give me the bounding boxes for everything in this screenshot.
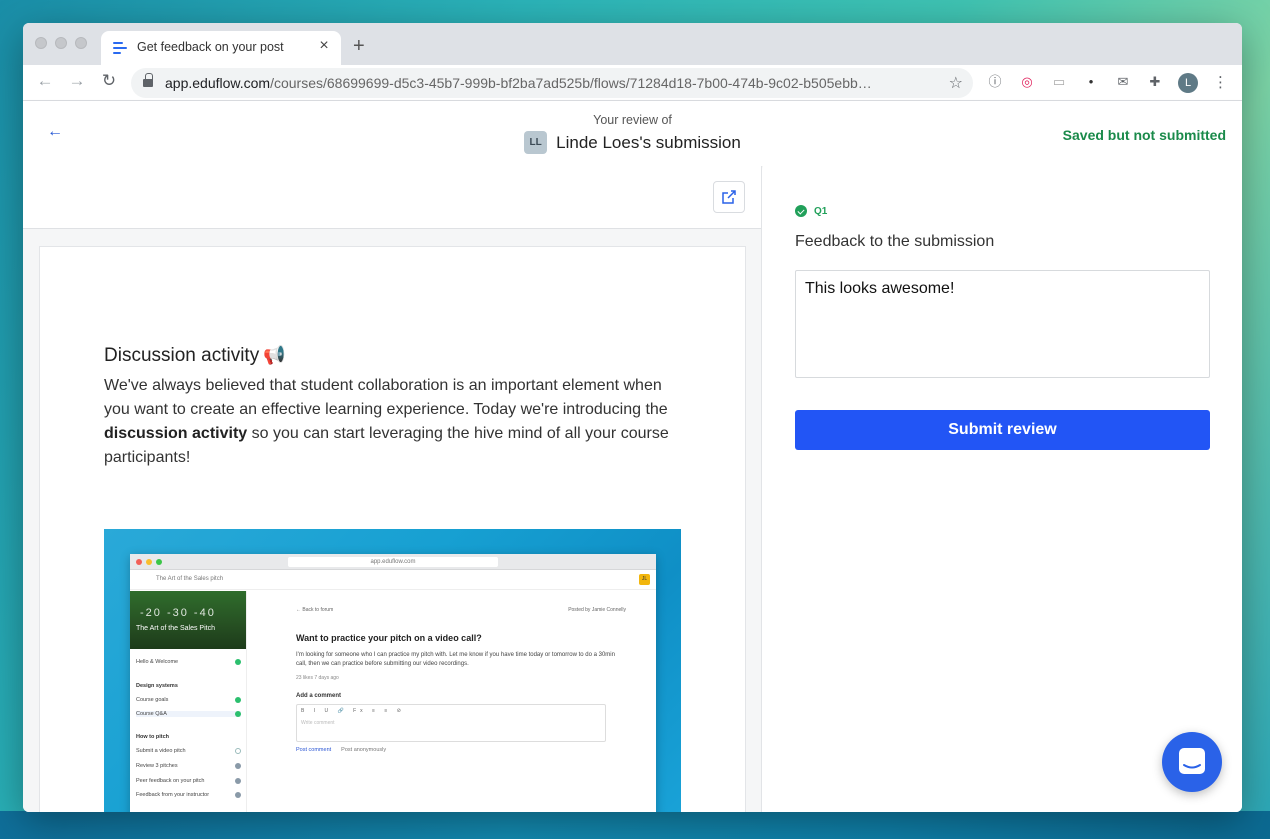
- submitter-avatar: LL: [524, 131, 548, 154]
- back-icon[interactable]: ←: [35, 71, 55, 91]
- eduflow-favicon-icon: [113, 41, 127, 55]
- close-window-button[interactable]: [35, 37, 47, 49]
- browser-menu-icon[interactable]: ⋮: [1213, 73, 1228, 91]
- save-status-label: Saved but not submitted: [1062, 127, 1226, 143]
- review-form: Q1 Feedback to the submission This looks…: [763, 166, 1242, 812]
- submission-viewer: Discussion activity 📢 We've always believ…: [23, 166, 762, 812]
- lastpass-extension-icon[interactable]: ◎: [1019, 74, 1035, 90]
- document-heading: Discussion activity 📢: [104, 345, 286, 366]
- question-label: Q1: [795, 205, 827, 217]
- megaphone-icon: 📢: [263, 345, 286, 365]
- desktop-background: [0, 811, 1270, 839]
- viewer-toolbar: [23, 166, 761, 229]
- tab-strip: Get feedback on your post × +: [23, 23, 1242, 65]
- new-tab-icon[interactable]: +: [353, 35, 365, 58]
- mail-extension-icon[interactable]: ✉: [1115, 74, 1131, 90]
- minimize-window-button[interactable]: [55, 37, 67, 49]
- puzzle-extensions-icon[interactable]: ✚: [1147, 74, 1163, 90]
- browser-tab[interactable]: Get feedback on your post ×: [101, 31, 341, 65]
- close-tab-icon[interactable]: ×: [315, 37, 333, 55]
- tab-title: Get feedback on your post: [137, 40, 284, 54]
- external-link-icon: [722, 190, 736, 204]
- submission-title: Linde Loes's submission: [556, 132, 741, 152]
- header-center: Your review of LL Linde Loes's submissio…: [23, 113, 1242, 154]
- open-in-new-window-button[interactable]: [713, 181, 745, 213]
- maximize-window-button[interactable]: [75, 37, 87, 49]
- lock-icon: [143, 73, 153, 88]
- browser-window: Get feedback on your post × + ← → ↻ app.…: [23, 23, 1242, 812]
- review-header: ← Your review of LL Linde Loes's submiss…: [23, 101, 1242, 166]
- password-extension-icon[interactable]: ⓘ: [987, 74, 1003, 90]
- wallet-extension-icon[interactable]: ▭: [1051, 74, 1067, 90]
- bookmark-star-icon[interactable]: ☆: [949, 73, 963, 93]
- profile-avatar[interactable]: L: [1178, 73, 1198, 93]
- browser-toolbar: ← → ↻ app.eduflow.com/courses/68699699-d…: [23, 65, 1242, 101]
- document-screenshot-image: app.eduflow.com The Art of the Sales pit…: [104, 529, 681, 812]
- feedback-textarea[interactable]: This looks awesome!: [795, 270, 1210, 378]
- submission-title-row: LL Linde Loes's submission: [524, 131, 741, 154]
- submit-review-button[interactable]: Submit review: [795, 410, 1210, 450]
- url-text: app.eduflow.com/courses/68699699-d5c3-45…: [165, 75, 872, 91]
- embedded-screenshot-window: app.eduflow.com The Art of the Sales pit…: [130, 554, 656, 812]
- dropper-extension-icon[interactable]: •: [1083, 74, 1099, 90]
- chat-icon: [1179, 748, 1205, 774]
- reload-icon[interactable]: ↻: [99, 71, 119, 91]
- completed-check-icon: [795, 205, 807, 217]
- address-bar[interactable]: app.eduflow.com/courses/68699699-d5c3-45…: [131, 68, 973, 98]
- document-body: We've always believed that student colla…: [104, 377, 669, 466]
- question-prompt: Feedback to the submission: [795, 233, 995, 250]
- submission-document: Discussion activity 📢 We've always believ…: [39, 246, 746, 812]
- forward-icon[interactable]: →: [67, 71, 87, 91]
- review-of-label: Your review of: [593, 113, 672, 127]
- chat-launcher-button[interactable]: [1162, 732, 1222, 792]
